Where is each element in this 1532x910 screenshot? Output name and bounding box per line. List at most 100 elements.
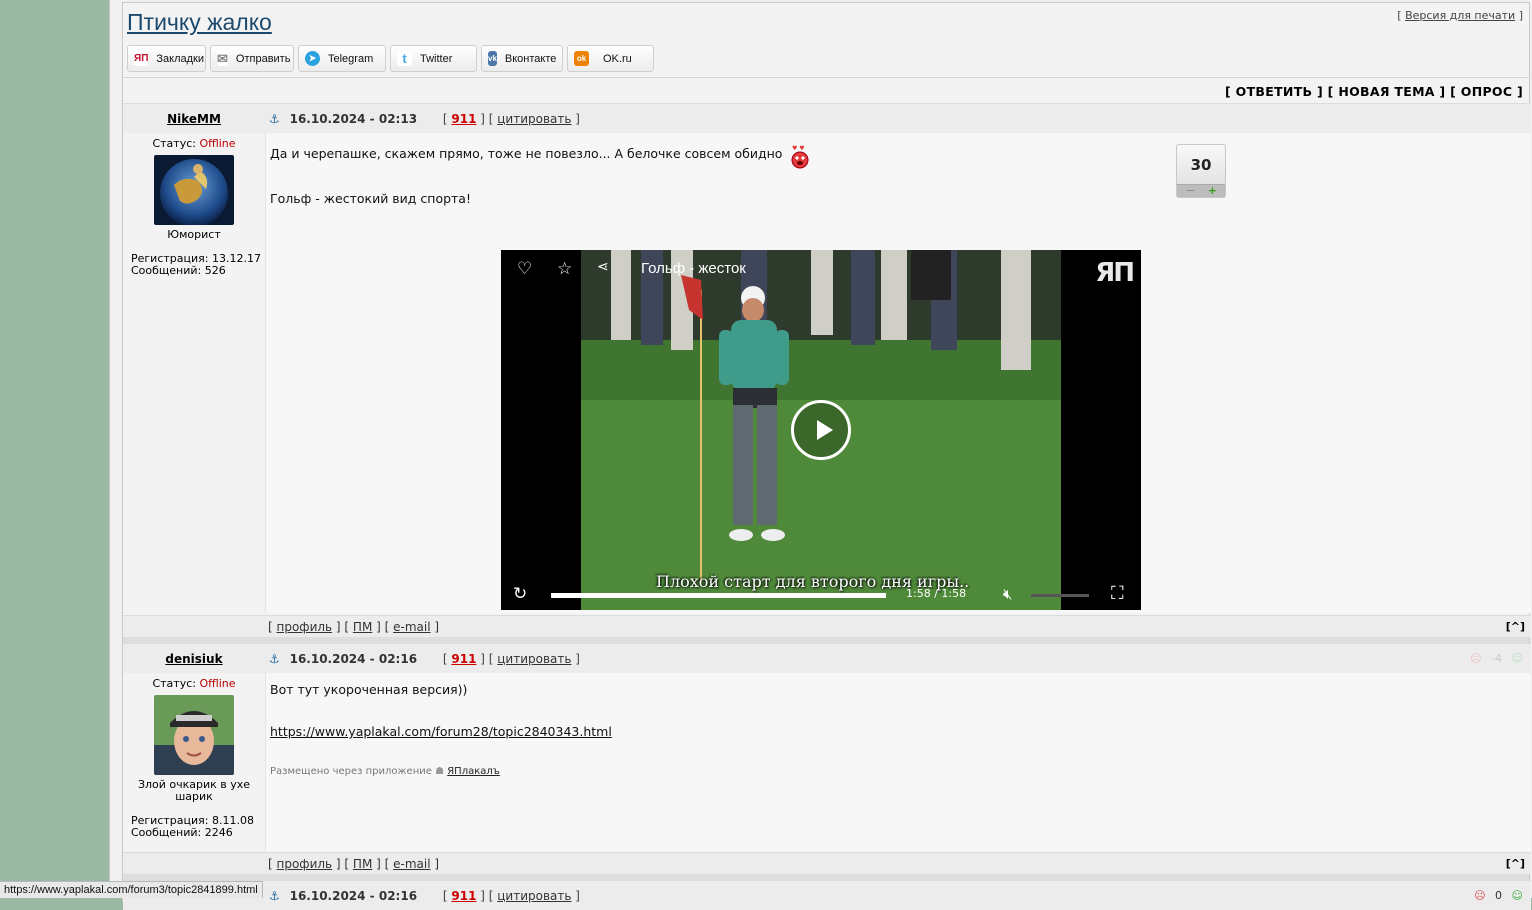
video-top-bar: ♡ ☆ ⋖ Гольф - жесток [501, 250, 1141, 290]
rating-minus-button[interactable]: ☹ [1470, 652, 1481, 665]
replay-icon[interactable]: ↻ [513, 584, 527, 604]
yap-logo: ЯП [1095, 258, 1135, 288]
author-rank: Юморист [167, 228, 221, 241]
author-info: Статус: Offline Юморист Регистрация: 13.… [123, 133, 265, 613]
volume-slider[interactable] [1031, 594, 1089, 597]
author-status: Статус: Offline [152, 677, 236, 690]
post-author[interactable]: NikeMM [123, 112, 265, 126]
share-send-button[interactable]: ✉ Отправить [210, 45, 294, 72]
heart-icon[interactable]: ♡ [517, 259, 532, 279]
post-footer-links: [ профиль ] [ ПМ ] [ e-mail ] [268, 620, 440, 634]
twitter-icon: t [397, 51, 412, 66]
reply-button[interactable]: [ ОТВЕТИТЬ ] [1225, 84, 1323, 99]
topic-frame: Птичку жалко [ Версия для печати ] ЯП За… [122, 2, 1531, 910]
email-link[interactable]: e-mail [393, 620, 430, 634]
rating-plus-button[interactable]: + [1208, 185, 1217, 197]
anchor-icon[interactable]: ⚓ [269, 652, 280, 666]
telegram-icon: ➤ [305, 51, 320, 66]
vk-icon: vk [488, 51, 497, 66]
post-text-2: Гольф - жестокий вид спорта! [270, 191, 471, 206]
post-date: 16.10.2024 - 02:16 [289, 652, 418, 666]
svg-text:♥ ♥: ♥ ♥ [792, 145, 805, 152]
ok-icon: ok [574, 51, 589, 66]
rating-value: 30 [1190, 156, 1212, 174]
post-author[interactable]: denisiuk [123, 652, 265, 666]
rating-widget: ☹ 0 ☺ [1474, 889, 1523, 902]
post-header: denisiuk ⚓ 16.10.2024 - 02:16 [ 911 ] [ … [123, 643, 1531, 673]
video-player[interactable]: ♡ ☆ ⋖ Гольф - жесток ЯП Плохой старт для… [501, 250, 1141, 610]
post-date: 16.10.2024 - 02:16 [289, 889, 418, 903]
post-text: Да и черепашке, скажем прямо, тоже не по… [270, 144, 811, 170]
profile-link[interactable]: профиль [277, 620, 333, 634]
author-stats: Регистрация: 8.11.08 Сообщений: 2246 [123, 815, 265, 839]
mail-icon: ✉ [217, 50, 228, 66]
fullscreen-icon[interactable]: ⛶ [1111, 583, 1124, 604]
quote-link[interactable]: цитировать [497, 889, 571, 903]
rating-widget: ☹ -4 ☺ [1470, 652, 1523, 665]
left-background [0, 0, 109, 898]
post-number-link[interactable]: 911 [451, 889, 476, 903]
post-body: Да и черепашке, скажем прямо, тоже не по… [265, 133, 1531, 613]
post-footer-links: [ профиль ] [ ПМ ] [ e-mail ] [268, 857, 440, 871]
scroll-top-button[interactable]: [^] [1506, 620, 1525, 633]
post-text: Вот тут укороченная версия)) [270, 682, 468, 697]
app-note: Размещено через приложение ☗ ЯПлакалъ [270, 766, 500, 777]
topic-actions: [ ОТВЕТИТЬ ] [ НОВАЯ ТЕМА ] [ ОПРОС ] [1225, 84, 1523, 99]
post-link[interactable]: https://www.yaplakal.com/forum28/topic28… [270, 724, 612, 739]
android-icon: ☗ [435, 766, 445, 777]
author-stats: Регистрация: 13.12.17 Сообщений: 526 [123, 253, 265, 277]
video-title: Гольф - жесток [641, 260, 746, 277]
anchor-icon[interactable]: ⚓ [269, 112, 280, 126]
star-icon[interactable]: ☆ [557, 259, 572, 279]
post-meta: ⚓ 16.10.2024 - 02:13 [ 911 ] [ цитироват… [269, 112, 580, 126]
post-date: 16.10.2024 - 02:13 [289, 112, 418, 126]
post-meta: ⚓ 16.10.2024 - 02:16 [ 911 ] [ цитироват… [269, 652, 580, 666]
author-info: Статус: Offline Злой очкарик в ухе шарик… [123, 673, 265, 853]
anchor-icon[interactable]: ⚓ [269, 889, 280, 903]
avatar[interactable] [154, 695, 234, 775]
share-icon[interactable]: ⋖ [597, 259, 609, 275]
rating-minus-button[interactable]: − [1186, 185, 1195, 197]
share-ok-button[interactable]: ok OK.ru [567, 45, 654, 72]
rating-plus-button[interactable]: ☺ [1512, 652, 1523, 665]
author-status: Статус: Offline [152, 137, 236, 150]
scroll-top-button[interactable]: [^] [1506, 857, 1525, 870]
new-topic-button[interactable]: [ НОВАЯ ТЕМА ] [1328, 84, 1446, 99]
rating-minus-button[interactable]: ☹ [1474, 889, 1485, 902]
post-meta: ⚓ 16.10.2024 - 02:16 [ 911 ] [ цитироват… [269, 889, 580, 903]
play-button[interactable] [791, 400, 851, 460]
rating-value: 0 [1495, 889, 1503, 902]
post-number-link[interactable]: 911 [451, 112, 476, 126]
mute-icon[interactable]: 🔇︎ [1003, 585, 1012, 603]
quote-link[interactable]: цитировать [497, 112, 571, 126]
author-messages: Сообщений: 526 [131, 264, 226, 277]
rating-plus-button[interactable]: ☺ [1512, 889, 1523, 902]
poll-button[interactable]: [ ОПРОС ] [1450, 84, 1523, 99]
topic-title[interactable]: Птичку жалко [127, 9, 272, 36]
print-version-link[interactable]: Версия для печати [1405, 9, 1515, 22]
post-3: ⚓ 16.10.2024 - 02:16 [ 911 ] [ цитироват… [123, 880, 1531, 910]
print-version: [ Версия для печати ] [1397, 9, 1523, 22]
share-telegram-button[interactable]: ➤ Telegram [298, 45, 386, 72]
pm-link[interactable]: ПМ [353, 620, 372, 634]
author-rank: Злой очкарик в ухе шарик [137, 778, 251, 803]
rating-widget: 30 − + [1176, 144, 1226, 198]
app-link[interactable]: ЯПлакалъ [447, 766, 500, 777]
video-progress-bar[interactable] [551, 593, 886, 598]
yap-icon: ЯП [134, 51, 149, 66]
avatar[interactable] [154, 155, 234, 225]
post-number-link[interactable]: 911 [451, 652, 476, 666]
video-time: 1:58 / 1:58 [906, 587, 967, 600]
pm-link[interactable]: ПМ [353, 857, 372, 871]
post-header: ⚓ 16.10.2024 - 02:16 [ 911 ] [ цитироват… [123, 880, 1531, 910]
rating-value: -4 [1491, 652, 1503, 665]
post-1: NikeMM ⚓ 16.10.2024 - 02:13 [ 911 ] [ ци… [123, 103, 1531, 643]
browser-status-bar: https://www.yaplakal.com/forum3/topic284… [0, 881, 263, 898]
share-twitter-button[interactable]: t Twitter [390, 45, 477, 72]
share-vk-button[interactable]: vk Вконтакте [481, 45, 563, 72]
profile-link[interactable]: профиль [277, 857, 333, 871]
email-link[interactable]: e-mail [393, 857, 430, 871]
quote-link[interactable]: цитировать [497, 652, 571, 666]
share-bookmarks-button[interactable]: ЯП Закладки [127, 45, 206, 72]
page: Птичку жалко [ Версия для печати ] ЯП За… [109, 0, 1532, 910]
